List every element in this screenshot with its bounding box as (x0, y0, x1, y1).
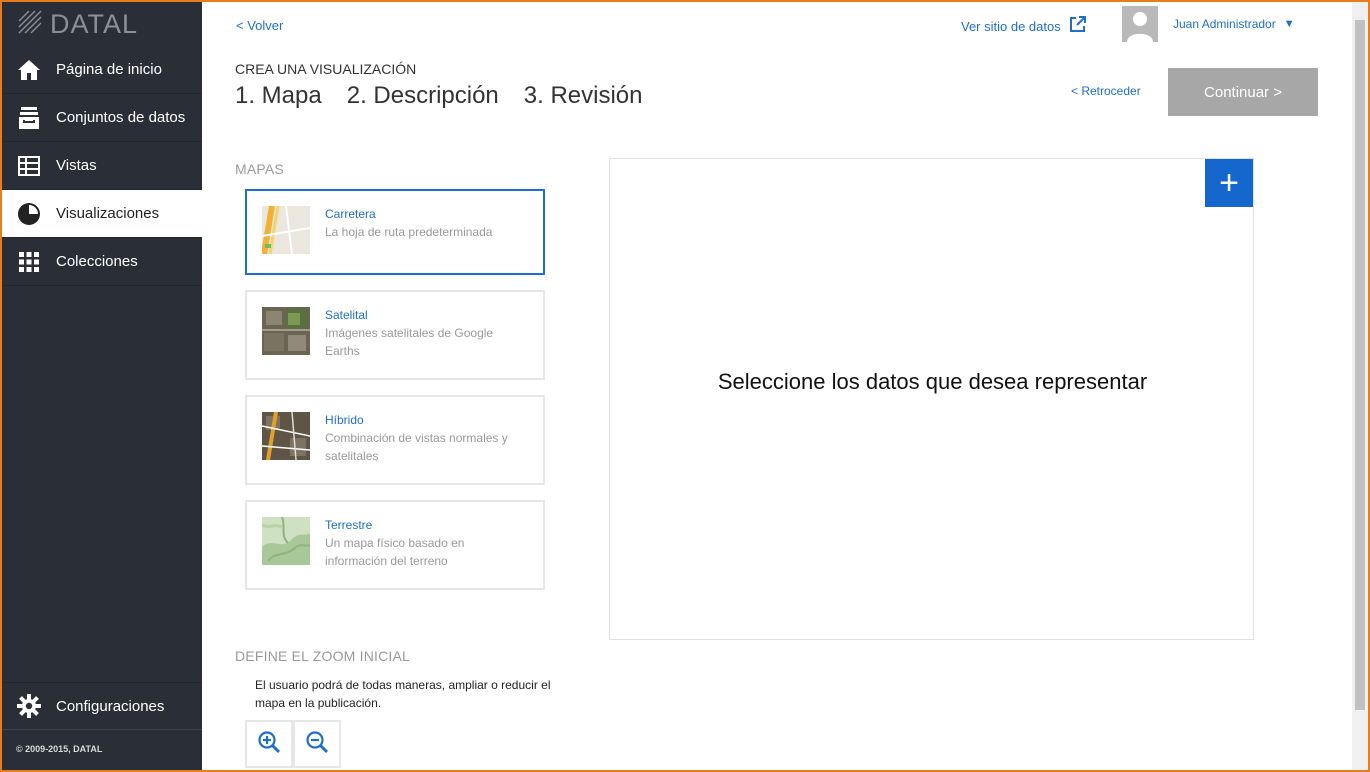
back-link[interactable]: < Volver (236, 18, 283, 33)
gear-icon (16, 693, 42, 719)
maps-section-label: MAPAS (235, 161, 284, 177)
map-option-desc: La hoja de ruta predeterminada (325, 225, 493, 239)
caret-down-icon: ▼ (1283, 18, 1295, 30)
step-map[interactable]: 1. Mapa (235, 82, 322, 110)
pie-chart-icon (16, 201, 42, 227)
external-link-icon (1069, 16, 1086, 36)
sidebar-item-label: Página de inicio (56, 61, 162, 78)
map-option-desc: Imágenes satelitales de Google Earths (325, 326, 494, 358)
map-option-satellite[interactable]: Satelital Imágenes satelitales de Google… (245, 290, 545, 380)
zoom-out-button[interactable] (293, 720, 341, 768)
wizard-caption: CREA UNA VISUALIZACIÓN (235, 61, 417, 77)
sidebar-item-label: Visualizaciones (56, 205, 160, 222)
zoom-in-icon (257, 730, 281, 759)
map-preview-panel: + Seleccione los datos que desea represe… (609, 158, 1254, 640)
plus-icon: + (1219, 163, 1239, 202)
scrollbar-thumb[interactable] (1355, 20, 1365, 710)
sidebar-item-label: Configuraciones (56, 697, 165, 715)
road-map-thumbnail (262, 206, 310, 254)
step-description[interactable]: 2. Descripción (347, 82, 499, 110)
user-name: Juan Administrador (1173, 17, 1276, 31)
zoom-description: El usuario podrá de todas maneras, ampli… (255, 678, 551, 710)
previous-step-link[interactable]: < Retroceder (1071, 84, 1141, 98)
user-menu[interactable]: Juan Administrador ▼ (1173, 17, 1295, 31)
view-data-site-link[interactable]: Ver sitio de datos (961, 16, 1086, 36)
zoom-out-icon (305, 730, 329, 759)
zoom-section-label: DEFINE EL ZOOM INICIAL (235, 648, 411, 664)
satellite-map-thumbnail (262, 307, 310, 355)
map-option-road[interactable]: Carretera La hoja de ruta predeterminada (245, 189, 545, 275)
terrain-map-thumbnail (262, 517, 310, 565)
map-option-terrain[interactable]: Terrestre Un mapa físico basado en infor… (245, 500, 545, 590)
sidebar-item-datasets[interactable]: Conjuntos de datos (2, 94, 202, 142)
logo[interactable]: DATAL (2, 2, 202, 46)
home-icon (16, 57, 42, 83)
add-data-button[interactable]: + (1205, 159, 1253, 207)
sidebar: DATAL Página de inicio Conjuntos de dato… (2, 2, 202, 770)
sidebar-item-visualizations[interactable]: Visualizaciones (2, 190, 202, 238)
sidebar-item-settings[interactable]: Configuraciones (2, 682, 202, 730)
inbox-icon (16, 105, 42, 131)
divider (2, 729, 202, 730)
sidebar-item-home[interactable]: Página de inicio (2, 46, 202, 94)
map-option-title: Terrestre (325, 518, 373, 532)
vertical-scrollbar[interactable] (1352, 2, 1368, 770)
sidebar-item-views[interactable]: Vistas (2, 142, 202, 190)
sidebar-bottom: Configuraciones (2, 682, 202, 730)
hybrid-map-thumbnail (262, 412, 310, 460)
map-option-hybrid[interactable]: Híbrido Combinación de vistas normales y… (245, 395, 545, 485)
map-option-title: Carretera (325, 207, 376, 221)
map-option-desc: Combinación de vistas normales y satelit… (325, 431, 508, 463)
map-option-title: Híbrido (325, 413, 364, 427)
map-option-desc: Un mapa físico basado en información del… (325, 536, 465, 568)
table-icon (16, 153, 42, 179)
zoom-in-button[interactable] (245, 720, 293, 768)
continue-button[interactable]: Continuar > (1168, 68, 1318, 116)
wizard-steps: 1. Mapa 2. Descripción 3. Revisión (235, 82, 643, 110)
grid-icon (16, 249, 42, 275)
avatar[interactable] (1122, 6, 1158, 42)
sidebar-item-label: Conjuntos de datos (56, 109, 186, 126)
copyright: © 2009-2015, DATAL (16, 744, 103, 754)
preview-empty-message: Seleccione los datos que desea represent… (717, 369, 1148, 394)
logo-icon (16, 8, 44, 41)
map-option-title: Satelital (325, 308, 368, 322)
sidebar-item-label: Vistas (56, 157, 97, 174)
logo-text: DATAL (50, 8, 139, 39)
sidebar-item-collections[interactable]: Colecciones (2, 238, 202, 286)
view-data-site-label: Ver sitio de datos (961, 18, 1061, 34)
step-review[interactable]: 3. Revisión (524, 82, 643, 110)
sidebar-item-label: Colecciones (56, 253, 138, 270)
